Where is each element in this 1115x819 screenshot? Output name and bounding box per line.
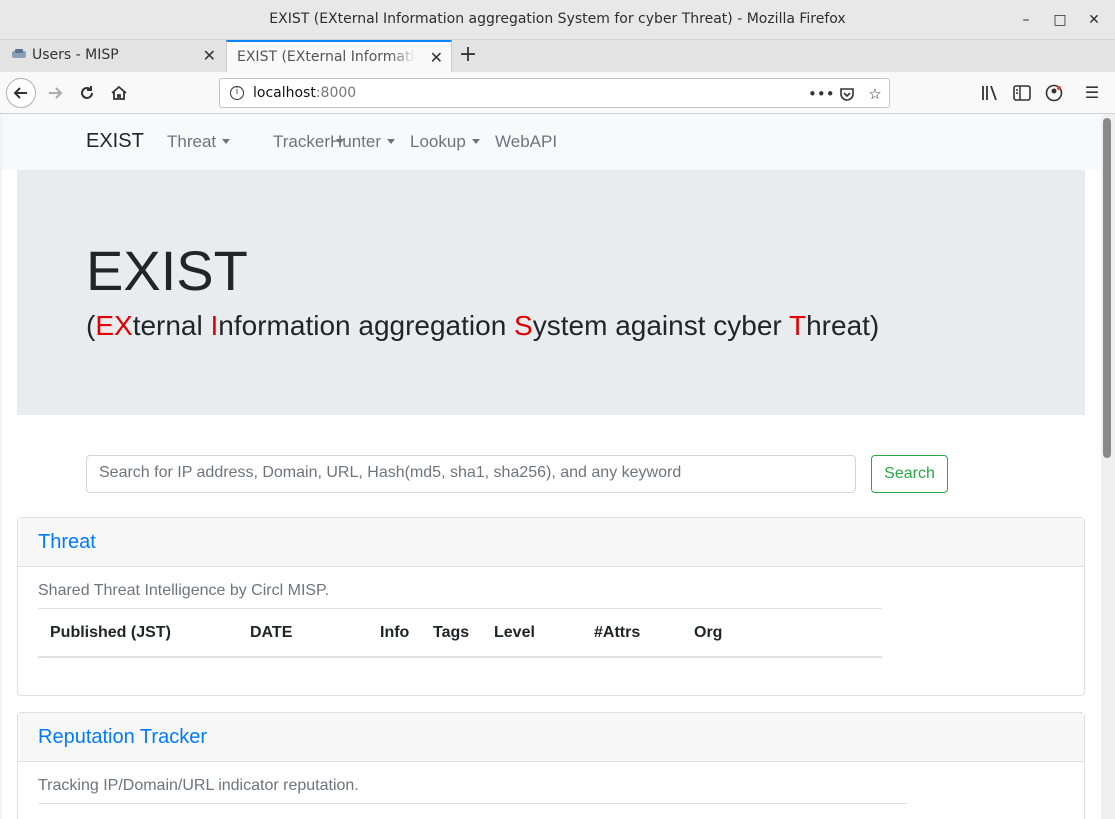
column-header: Level: [494, 624, 535, 641]
hero-title: EXIST: [86, 239, 248, 302]
scrollbar-thumb[interactable]: [1103, 118, 1111, 458]
site-brand[interactable]: EXIST: [86, 130, 144, 153]
tab-label: EXIST (EXternal Information aggregation …: [237, 49, 417, 65]
card-header: Threat: [18, 518, 1084, 567]
back-arrow-icon: [13, 87, 27, 99]
hero-subtitle: (EXternal Information aggregation System…: [86, 310, 879, 342]
misp-favicon-icon: [12, 49, 26, 58]
forward-button[interactable]: [40, 78, 70, 108]
threat-card-title[interactable]: Threat: [38, 531, 96, 554]
library-icon[interactable]: [978, 80, 1002, 106]
tab-strip: Users - MISP ✕ EXIST (EXternal Informati…: [0, 40, 1115, 73]
reload-button[interactable]: [72, 78, 102, 108]
url-port: :8000: [315, 85, 357, 101]
page-actions-icon[interactable]: •••: [808, 83, 835, 105]
search-input[interactable]: Search for IP address, Domain, URL, Hash…: [86, 455, 856, 493]
nav-label: Tracker: [273, 132, 330, 151]
site-info-icon[interactable]: i: [230, 86, 244, 100]
subtitle-part: hreat): [806, 310, 880, 341]
reputation-card-title[interactable]: Reputation Tracker: [38, 726, 207, 749]
bookmark-star-icon[interactable]: ☆: [864, 83, 886, 105]
vertical-scrollbar[interactable]: [1101, 114, 1115, 819]
nav-label: Lookup: [410, 132, 466, 151]
page-content: EXIST Threat Tracker Hunter Lookup WebAP…: [2, 114, 1101, 819]
nav-label: Hunter: [330, 132, 382, 151]
reload-icon: [81, 86, 93, 99]
nav-label: Threat: [167, 132, 217, 151]
column-header: Org: [694, 624, 723, 641]
site-navbar: EXIST Threat Tracker Hunter Lookup WebAP…: [2, 114, 1101, 170]
subtitle-highlight: T: [789, 310, 807, 341]
subtitle-part: ystem against cyber: [532, 310, 789, 341]
account-icon[interactable]: [1042, 80, 1066, 106]
subtitle-highlight: EX: [95, 310, 133, 341]
close-tab-icon[interactable]: ✕: [203, 46, 216, 65]
nav-webapi[interactable]: WebAPI: [495, 132, 557, 152]
threat-table-header: Published (JST) DATE Info Tags Level #At…: [38, 608, 882, 658]
subtitle-highlight: S: [514, 310, 533, 341]
tab-label: Users - MISP: [32, 47, 119, 63]
subtitle-part: nformation aggregation: [218, 310, 515, 341]
url-text[interactable]: localhost:8000: [253, 85, 356, 101]
navigation-toolbar: i localhost:8000 ••• ☆ ☰: [0, 72, 1115, 114]
minimize-button[interactable]: –: [1016, 10, 1036, 30]
column-header: Published (JST): [50, 624, 171, 641]
threat-card-description: Shared Threat Intelligence by Circl MISP…: [38, 582, 330, 599]
column-header: #Attrs: [594, 624, 641, 641]
reputation-tracker-card: Reputation Tracker Tracking IP/Domain/UR…: [17, 712, 1085, 819]
caret-down-icon: [471, 139, 480, 144]
search-button[interactable]: Search: [871, 455, 948, 493]
new-tab-button[interactable]: +: [456, 44, 480, 68]
nav-threat[interactable]: Threat: [167, 132, 231, 152]
subtitle-part: (: [86, 310, 96, 341]
caret-down-icon: [387, 139, 396, 144]
column-header: DATE: [250, 624, 293, 641]
close-window-button[interactable]: ✕: [1084, 10, 1104, 30]
tab-users-misp[interactable]: Users - MISP ✕: [2, 40, 224, 72]
sidebar-icon[interactable]: [1010, 80, 1034, 106]
tab-exist[interactable]: EXIST (EXternal Information aggregation …: [226, 40, 452, 73]
hero-jumbotron: EXIST (EXternal Information aggregation …: [17, 170, 1085, 415]
column-header: Tags: [433, 624, 470, 641]
menu-hamburger-icon[interactable]: ☰: [1080, 80, 1104, 106]
nav-hunter[interactable]: Hunter: [330, 132, 396, 152]
window-title: EXIST (EXternal Information aggregation …: [269, 11, 846, 27]
home-button[interactable]: [104, 78, 134, 108]
column-header: Info: [380, 624, 410, 641]
divider: [38, 803, 907, 804]
window-titlebar: EXIST (EXternal Information aggregation …: [0, 0, 1115, 40]
home-icon: [111, 85, 127, 100]
nav-lookup[interactable]: Lookup: [410, 132, 480, 152]
forward-arrow-icon: [49, 87, 63, 99]
caret-down-icon: [222, 139, 231, 144]
card-header: Reputation Tracker: [18, 713, 1084, 762]
maximize-button[interactable]: □: [1050, 10, 1070, 30]
close-tab-icon[interactable]: ✕: [430, 48, 443, 67]
url-host: localhost: [253, 85, 316, 101]
pocket-icon[interactable]: [836, 83, 858, 105]
threat-card: Threat Shared Threat Intelligence by Cir…: [17, 517, 1085, 696]
back-button[interactable]: [6, 78, 36, 108]
reputation-card-description: Tracking IP/Domain/URL indicator reputat…: [38, 777, 359, 794]
url-bar[interactable]: i localhost:8000 ••• ☆: [219, 78, 890, 108]
subtitle-part: ternal: [132, 310, 211, 341]
